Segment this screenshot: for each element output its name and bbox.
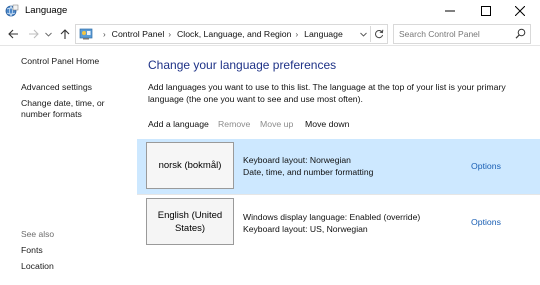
language-globe-icon <box>5 4 19 16</box>
breadcrumb-control-panel[interactable]: Control Panel <box>112 29 165 39</box>
search-box[interactable] <box>393 24 531 44</box>
search-icon[interactable] <box>515 28 526 39</box>
language-detail-line: Windows display language: Enabled (overr… <box>243 212 421 222</box>
language-detail-line: Keyboard layout: Norwegian <box>243 155 351 165</box>
chevron-down-icon <box>359 32 367 37</box>
breadcrumb-separator: › <box>168 29 171 39</box>
move-down-button[interactable]: Move down <box>305 119 349 129</box>
breadcrumb-separator: › <box>295 29 299 39</box>
chevron-down-icon <box>44 32 52 37</box>
refresh-icon <box>374 29 383 39</box>
see-also-heading: See also <box>21 229 55 239</box>
close-icon <box>514 5 525 16</box>
maximize-button[interactable] <box>469 0 502 21</box>
language-button-norsk[interactable]: norsk (bokmål) <box>146 142 234 189</box>
control-panel-icon <box>79 28 93 40</box>
arrow-up-icon <box>60 28 70 39</box>
window-title: Language <box>25 5 68 16</box>
language-button-english[interactable]: English (United States) <box>146 198 234 245</box>
sidebar-link-location[interactable]: Location <box>21 261 54 272</box>
language-detail-line: Keyboard layout: US, Norwegian <box>243 224 368 234</box>
refresh-button[interactable] <box>370 26 386 42</box>
sidebar-link-fonts[interactable]: Fonts <box>21 245 43 256</box>
navigation-bar: › Control Panel › Clock, Language, and R… <box>0 22 540 46</box>
language-toolbar: Add a language Remove Move up Move down <box>137 113 540 135</box>
maximize-icon <box>480 5 491 16</box>
title-bar: Language <box>0 0 540 21</box>
forward-button[interactable] <box>24 25 42 43</box>
search-input[interactable] <box>399 29 511 39</box>
page-description: Add languages you want to use to this li… <box>148 82 506 104</box>
options-link-english[interactable]: Options <box>471 217 501 227</box>
up-button[interactable] <box>56 25 74 43</box>
language-detail-line: Date, time, and number formatting <box>243 167 374 177</box>
language-row-english[interactable]: English (United States) Windows display … <box>137 194 540 249</box>
language-details: Windows display language: Enabled (overr… <box>243 211 420 235</box>
minimize-icon <box>444 10 455 11</box>
sidebar-link-change-date-formats[interactable]: Change date, time, or number formats <box>21 98 136 120</box>
minimize-button[interactable] <box>433 0 466 21</box>
back-button[interactable] <box>4 25 22 43</box>
move-up-button[interactable]: Move up <box>260 119 293 129</box>
remove-button[interactable]: Remove <box>218 119 250 129</box>
language-details: Keyboard layout: Norwegian Date, time, a… <box>243 154 373 178</box>
add-language-button[interactable]: Add a language <box>148 119 209 129</box>
sidebar-link-advanced-settings[interactable]: Advanced settings <box>21 82 92 93</box>
page-title: Change your language preferences <box>148 58 337 72</box>
sidebar: Control Panel Home Advanced settings Cha… <box>0 47 137 285</box>
breadcrumb-language[interactable]: Language <box>304 29 343 39</box>
sidebar-link-control-panel-home[interactable]: Control Panel Home <box>21 56 99 67</box>
address-dropdown-button[interactable] <box>357 28 369 41</box>
language-row-norsk[interactable]: norsk (bokmål) Keyboard layout: Norwegia… <box>137 139 540 194</box>
close-button[interactable] <box>503 0 536 21</box>
options-link-norsk[interactable]: Options <box>471 161 501 171</box>
breadcrumb-separator: › <box>103 29 106 39</box>
recent-locations-button[interactable] <box>43 25 53 43</box>
arrow-left-icon <box>7 29 18 39</box>
arrow-right-icon <box>28 29 39 39</box>
address-bar[interactable]: › Control Panel › Clock, Language, and R… <box>75 24 388 44</box>
breadcrumb-clock-language-region[interactable]: Clock, Language, and Region <box>177 29 291 39</box>
